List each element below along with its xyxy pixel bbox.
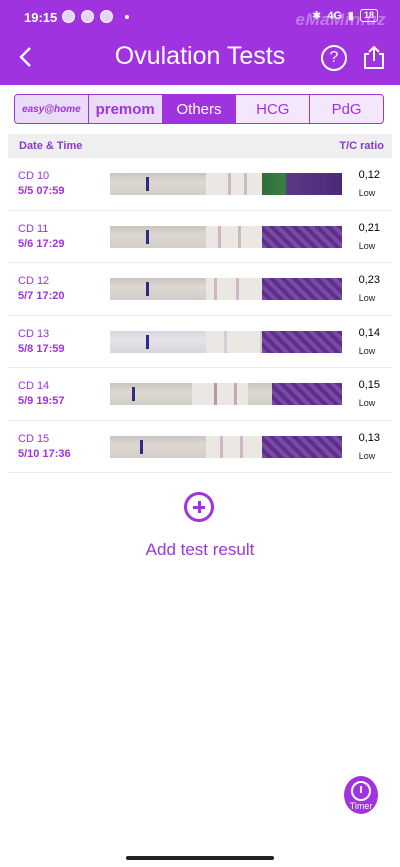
level-label: Low — [358, 398, 376, 408]
table-header: Date & Time T/C ratio — [8, 134, 392, 158]
add-test-button[interactable] — [184, 492, 214, 522]
cycle-day: CD 11 — [18, 222, 49, 235]
tab-easy-at-home[interactable]: easy@home — [15, 95, 89, 123]
home-indicator[interactable] — [126, 856, 274, 860]
test-strip-image — [110, 225, 342, 248]
table-row[interactable]: CD 10 5/5 07:59 0,12 Low — [8, 158, 392, 211]
cycle-day: CD 10 — [18, 170, 50, 182]
brand-tabs: easy@home premom Others HCG PdG — [14, 94, 384, 124]
timer-button[interactable]: Timer — [344, 776, 378, 814]
cycle-day: CD 13 — [18, 327, 50, 340]
test-strip-image — [110, 330, 342, 353]
ratio-column-header: T/C ratio — [339, 140, 384, 152]
app-header: 19:15 eMaMin.uz ✱ 4G ▮ 18 Ovulation Test… — [0, 0, 400, 85]
level-label: Low — [358, 240, 376, 251]
share-icon — [364, 45, 384, 69]
test-strip-image — [110, 435, 342, 458]
status-bar: 19:15 eMaMin.uz ✱ 4G ▮ 18 — [0, 0, 400, 34]
tc-ratio: 0,14 — [358, 326, 380, 339]
question-icon: ? — [329, 49, 339, 66]
app-notification-icon — [81, 10, 94, 23]
add-test-result-link[interactable]: Add test result — [0, 540, 400, 560]
tab-pdg[interactable]: PdG — [310, 95, 383, 123]
signal-icon: ▮ — [347, 10, 354, 22]
test-datetime: 5/8 17:59 — [18, 342, 65, 355]
stopwatch-icon — [351, 781, 371, 801]
test-datetime: 5/5 07:59 — [18, 185, 65, 197]
date-column-header: Date & Time — [19, 140, 83, 152]
battery-icon: 18 — [359, 9, 378, 22]
tc-ratio: 0,21 — [358, 221, 380, 234]
table-row[interactable]: CD 15 5/10 17:36 0,13 Low — [8, 421, 392, 473]
table-row[interactable]: CD 12 5/7 17:20 0,23 Low — [8, 263, 392, 316]
notification-icons — [62, 10, 129, 23]
level-label: Low — [358, 345, 376, 356]
tab-others[interactable]: Others — [162, 95, 237, 123]
tc-ratio: 0,13 — [358, 431, 380, 444]
test-strip-image — [110, 278, 342, 300]
cycle-day: CD 15 — [18, 432, 50, 445]
level-label: Low — [358, 293, 376, 303]
app-notification-icon — [100, 10, 113, 23]
tab-premom[interactable]: premom — [88, 95, 163, 123]
test-datetime: 5/7 17:20 — [18, 290, 65, 302]
cycle-day: CD 14 — [18, 380, 50, 392]
level-label: Low — [358, 450, 376, 461]
share-button[interactable] — [363, 44, 385, 70]
status-time: 19:15 — [24, 10, 58, 25]
table-row[interactable]: CD 14 5/9 19:57 0,15 Low — [8, 368, 392, 421]
system-icons: ✱ 4G ▮ 18 — [312, 9, 378, 22]
app-notification-icon — [62, 10, 75, 23]
tc-ratio: 0,23 — [358, 274, 380, 286]
network-label: 4G — [327, 9, 342, 22]
table-row[interactable]: CD 11 5/6 17:29 0,21 Low — [8, 211, 392, 263]
test-strip-image — [110, 173, 342, 195]
bluetooth-icon: ✱ — [312, 10, 322, 22]
table-row[interactable]: CD 13 5/8 17:59 0,14 Low — [8, 316, 392, 368]
timer-label: Timer — [349, 801, 373, 811]
test-results-list: CD 10 5/5 07:59 0,12 Low CD 11 5/6 17:29… — [0, 158, 400, 473]
level-label: Low — [358, 188, 376, 198]
tc-ratio: 0,12 — [358, 169, 380, 181]
test-strip-image — [110, 383, 342, 405]
tab-hcg[interactable]: HCG — [236, 95, 311, 123]
tc-ratio: 0,15 — [358, 379, 380, 391]
test-datetime: 5/6 17:29 — [18, 237, 65, 250]
test-datetime: 5/9 19:57 — [18, 395, 65, 407]
cycle-day: CD 12 — [18, 275, 50, 287]
help-button[interactable]: ? — [321, 45, 347, 71]
test-datetime: 5/10 17:36 — [18, 447, 71, 460]
more-notifications-icon — [125, 14, 129, 19]
